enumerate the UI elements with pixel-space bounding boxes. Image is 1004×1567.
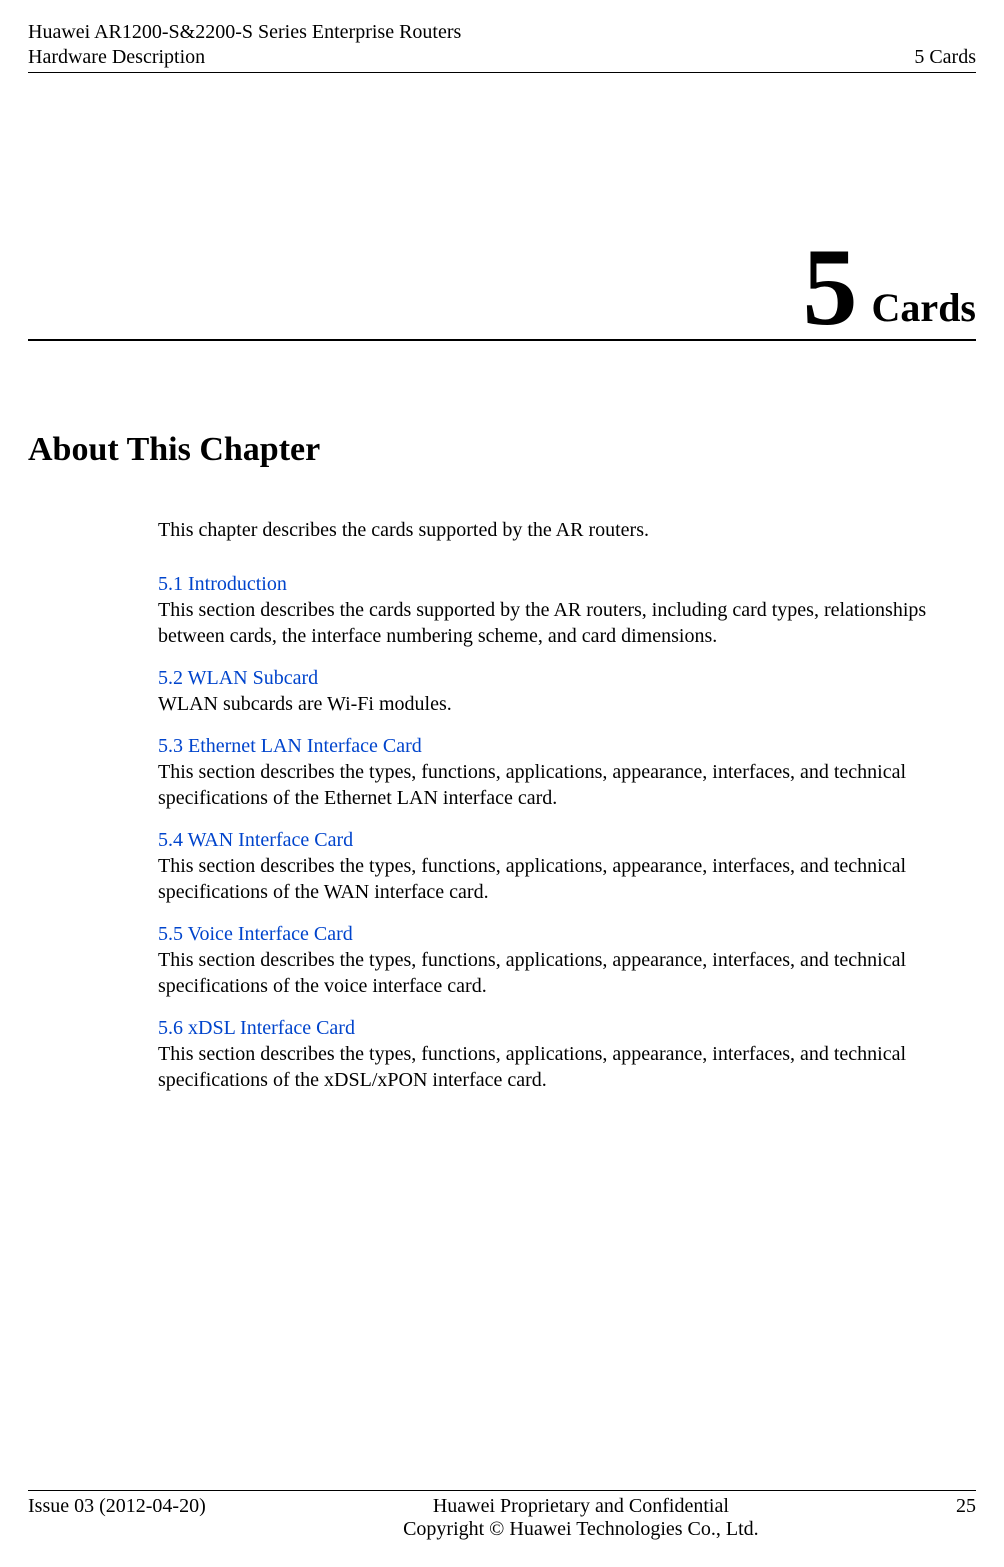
section-entry: 5.6 xDSL Interface Card This section des… (158, 1015, 976, 1093)
section-link-5-6[interactable]: 5.6 xDSL Interface Card (158, 1015, 976, 1041)
section-link-5-2[interactable]: 5.2 WLAN Subcard (158, 665, 976, 691)
section-desc: This section describes the types, functi… (158, 947, 976, 999)
about-this-chapter-heading: About This Chapter (28, 431, 976, 469)
header-doc-title: Hardware Description (28, 45, 461, 70)
section-entry: 5.1 Introduction This section describes … (158, 571, 976, 649)
section-desc: WLAN subcards are Wi-Fi modules. (158, 691, 976, 717)
section-link-5-1[interactable]: 5.1 Introduction (158, 571, 976, 597)
footer-center: Huawei Proprietary and Confidential Copy… (206, 1495, 956, 1541)
footer-confidential: Huawei Proprietary and Confidential (206, 1495, 956, 1518)
chapter-title-block: 5 Cards (28, 243, 976, 341)
section-desc: This section describes the types, functi… (158, 853, 976, 905)
section-link-5-4[interactable]: 5.4 WAN Interface Card (158, 827, 976, 853)
header-right: 5 Cards (914, 20, 976, 70)
footer-copyright: Copyright © Huawei Technologies Co., Ltd… (206, 1518, 956, 1541)
section-desc: This section describes the types, functi… (158, 759, 976, 811)
section-desc: This section describes the types, functi… (158, 1041, 976, 1093)
section-link-5-5[interactable]: 5.5 Voice Interface Card (158, 921, 976, 947)
page-header: Huawei AR1200-S&2200-S Series Enterprise… (28, 20, 976, 73)
chapter-number: 5 (803, 243, 858, 331)
header-product: Huawei AR1200-S&2200-S Series Enterprise… (28, 20, 461, 45)
chapter-name: Cards (872, 284, 976, 331)
header-chapter-ref: 5 Cards (914, 45, 976, 70)
section-entry: 5.4 WAN Interface Card This section desc… (158, 827, 976, 905)
section-entry: 5.5 Voice Interface Card This section de… (158, 921, 976, 999)
footer-issue: Issue 03 (2012-04-20) (28, 1495, 206, 1518)
section-entry: 5.2 WLAN Subcard WLAN subcards are Wi-Fi… (158, 665, 976, 717)
page-container: Huawei AR1200-S&2200-S Series Enterprise… (0, 0, 1004, 1567)
section-desc: This section describes the cards support… (158, 597, 976, 649)
chapter-intro: This chapter describes the cards support… (158, 517, 976, 543)
footer-page-number: 25 (956, 1495, 976, 1518)
section-entry: 5.3 Ethernet LAN Interface Card This sec… (158, 733, 976, 811)
page-footer: Issue 03 (2012-04-20) Huawei Proprietary… (28, 1490, 976, 1541)
section-link-5-3[interactable]: 5.3 Ethernet LAN Interface Card (158, 733, 976, 759)
body-block: This chapter describes the cards support… (158, 517, 976, 1093)
header-left: Huawei AR1200-S&2200-S Series Enterprise… (28, 20, 461, 70)
